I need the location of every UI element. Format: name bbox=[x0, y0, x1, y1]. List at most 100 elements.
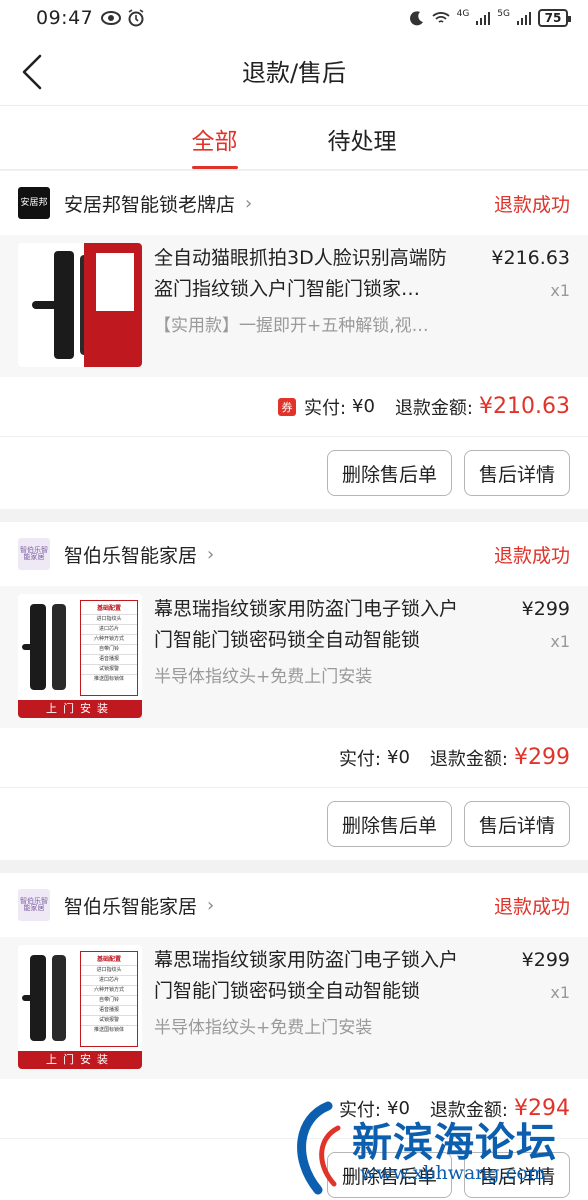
order-card: 智伯乐智能家居 智伯乐智能家居 › 退款成功 基础配置 进口指纹头 进口芯片 六… bbox=[0, 873, 588, 1200]
action-row: 删除售后单 售后详情 bbox=[0, 1139, 588, 1200]
product-spec: 半导体指纹头+免费上门安装 bbox=[154, 1018, 373, 1038]
feature-item: 试锁报警 bbox=[81, 664, 137, 674]
feature-item: 自带门铃 bbox=[81, 644, 137, 654]
shop-logo: 智伯乐智能家居 bbox=[18, 538, 50, 570]
status-bar: 09:47 4G 5G 75 bbox=[0, 0, 588, 36]
image-banner: 上门安装 bbox=[18, 1051, 142, 1069]
alarm-icon bbox=[128, 9, 144, 27]
action-row: 删除售后单 售后详情 bbox=[0, 788, 588, 860]
delete-aftersale-button[interactable]: 删除售后单 bbox=[326, 801, 452, 847]
action-row: 删除售后单 售后详情 bbox=[0, 437, 588, 509]
feature-item: 推送国标锁体 bbox=[81, 674, 137, 684]
feature-item: 语音播报 bbox=[81, 1005, 137, 1015]
feature-item: 进口指纹头 bbox=[81, 965, 137, 975]
page-header: 退款/售后 bbox=[0, 36, 588, 106]
status-badge: 退款成功 bbox=[493, 544, 570, 567]
refund-amount: ¥299 bbox=[514, 745, 570, 770]
feature-list: 基础配置 进口指纹头 进口芯片 六种开锁方式 自带门铃 语音播报 试锁报警 推送… bbox=[80, 600, 138, 696]
feature-list: 基础配置 进口指纹头 进口芯片 六种开锁方式 自带门铃 语音播报 试锁报警 推送… bbox=[80, 951, 138, 1047]
image-banner: 上门安装 bbox=[18, 700, 142, 718]
page-title: 退款/售后 bbox=[241, 59, 347, 87]
amount-row: 实付: ¥0 退款金额: ¥294 bbox=[0, 1079, 588, 1139]
product-row[interactable]: 基础配置 进口指纹头 进口芯片 六种开锁方式 自带门铃 语音播报 试锁报警 推送… bbox=[0, 937, 588, 1079]
shop-logo: 智伯乐智能家居 bbox=[18, 889, 50, 921]
network-label-b: 5G bbox=[497, 9, 510, 19]
status-time: 09:47 bbox=[36, 7, 94, 29]
eye-icon bbox=[101, 11, 122, 25]
shop-name: 安居邦智能锁老牌店 bbox=[64, 193, 236, 216]
paid-value: ¥0 bbox=[387, 747, 410, 768]
feature-item: 试锁报警 bbox=[81, 1015, 137, 1025]
refund-amount: ¥294 bbox=[514, 1096, 570, 1121]
product-price: ¥299 bbox=[521, 949, 570, 971]
shop-link[interactable]: 安居邦智能锁老牌店 › bbox=[64, 190, 252, 217]
tab-label: 待处理 bbox=[327, 129, 397, 155]
feature-item: 进口芯片 bbox=[81, 975, 137, 985]
product-image: 基础配置 进口指纹头 进口芯片 六种开锁方式 自带门铃 语音播报 试锁报警 推送… bbox=[18, 594, 142, 718]
feature-item: 六种开锁方式 bbox=[81, 634, 137, 644]
tab-all[interactable]: 全部 bbox=[191, 106, 238, 169]
shop-link[interactable]: 智伯乐智能家居 › bbox=[64, 541, 214, 568]
battery-icon: 75 bbox=[538, 9, 571, 27]
chevron-right-icon: › bbox=[207, 543, 215, 565]
paid-label: 实付: bbox=[338, 1099, 382, 1121]
delete-aftersale-button[interactable]: 删除售后单 bbox=[326, 450, 452, 496]
order-card: 安居邦 安居邦智能锁老牌店 › 退款成功 全自动猫眼抓拍3D人脸识别高端防盗门指… bbox=[0, 171, 588, 509]
signal-icon bbox=[517, 12, 531, 25]
feature-item: 进口芯片 bbox=[81, 624, 137, 634]
aftersale-detail-button[interactable]: 售后详情 bbox=[463, 801, 570, 847]
paid-label: 实付: bbox=[303, 397, 347, 419]
product-title: 全自动猫眼抓拍3D人脸识别高端防盗门指纹锁入户门智能门锁家… bbox=[154, 247, 447, 300]
feature-item: 进口指纹头 bbox=[81, 614, 137, 624]
refund-label: 退款金额: bbox=[429, 748, 508, 770]
feature-heading: 基础配置 bbox=[96, 956, 121, 963]
chevron-right-icon: › bbox=[207, 894, 215, 916]
chevron-right-icon: › bbox=[245, 192, 253, 214]
shop-name: 智伯乐智能家居 bbox=[64, 895, 198, 918]
product-row[interactable]: 全自动猫眼抓拍3D人脸识别高端防盗门指纹锁入户门智能门锁家… 【实用款】一握即开… bbox=[0, 235, 588, 377]
refund-label: 退款金额: bbox=[394, 397, 474, 419]
tab-active-indicator bbox=[191, 166, 238, 169]
status-badge: 退款成功 bbox=[493, 895, 570, 918]
network-label-a: 4G bbox=[456, 9, 470, 19]
tab-bar: 全部 待处理 bbox=[0, 106, 588, 170]
product-qty: x1 bbox=[550, 632, 570, 651]
tab-pending[interactable]: 待处理 bbox=[328, 106, 397, 169]
shop-link[interactable]: 智伯乐智能家居 › bbox=[64, 892, 214, 919]
feature-heading: 基础配置 bbox=[96, 605, 121, 612]
product-row[interactable]: 基础配置 进口指纹头 进口芯片 六种开锁方式 自带门铃 语音播报 试锁报警 推送… bbox=[0, 586, 588, 728]
product-price: ¥299 bbox=[521, 598, 570, 620]
tab-label: 全部 bbox=[191, 129, 238, 155]
product-title: 幕思瑞指纹锁家用防盗门电子锁入户门智能门锁密码锁全自动智能锁 bbox=[154, 598, 459, 651]
signal-icon bbox=[476, 12, 491, 25]
feature-item: 推送国标锁体 bbox=[81, 1025, 137, 1035]
card-header: 智伯乐智能家居 智伯乐智能家居 › 退款成功 bbox=[0, 522, 588, 586]
coupon-icon: 券 bbox=[277, 397, 296, 416]
amount-row: 实付: ¥0 退款金额: ¥299 bbox=[0, 728, 588, 788]
status-badge: 退款成功 bbox=[493, 193, 570, 216]
refund-amount: ¥210.63 bbox=[479, 394, 570, 419]
product-qty: x1 bbox=[550, 281, 570, 300]
back-arrow-icon[interactable] bbox=[18, 52, 50, 92]
product-qty: x1 bbox=[550, 983, 570, 1002]
aftersale-detail-button[interactable]: 售后详情 bbox=[463, 450, 570, 496]
product-price: ¥216.63 bbox=[491, 247, 570, 269]
feature-item: 自带门铃 bbox=[81, 995, 137, 1005]
wifi-icon bbox=[431, 12, 450, 23]
paid-value: ¥0 bbox=[352, 396, 375, 417]
delete-aftersale-button[interactable]: 删除售后单 bbox=[326, 1152, 452, 1198]
paid-value: ¥0 bbox=[387, 1098, 410, 1119]
product-image: 基础配置 进口指纹头 进口芯片 六种开锁方式 自带门铃 语音播报 试锁报警 推送… bbox=[18, 945, 142, 1069]
product-spec: 半导体指纹头+免费上门安装 bbox=[154, 667, 373, 687]
card-header: 智伯乐智能家居 智伯乐智能家居 › 退款成功 bbox=[0, 873, 588, 937]
amount-row: 券 实付: ¥0 退款金额: ¥210.63 bbox=[0, 377, 588, 437]
feature-item: 语音播报 bbox=[81, 654, 137, 664]
product-image bbox=[18, 243, 142, 367]
order-card: 智伯乐智能家居 智伯乐智能家居 › 退款成功 基础配置 进口指纹头 进口芯片 六… bbox=[0, 522, 588, 860]
paid-label: 实付: bbox=[338, 748, 382, 770]
product-spec: 【实用款】一握即开+五种解锁,视… bbox=[154, 316, 429, 336]
shop-name: 智伯乐智能家居 bbox=[64, 544, 198, 567]
aftersale-detail-button[interactable]: 售后详情 bbox=[463, 1152, 570, 1198]
shop-logo: 安居邦 bbox=[18, 187, 50, 219]
refund-label: 退款金额: bbox=[429, 1099, 508, 1121]
